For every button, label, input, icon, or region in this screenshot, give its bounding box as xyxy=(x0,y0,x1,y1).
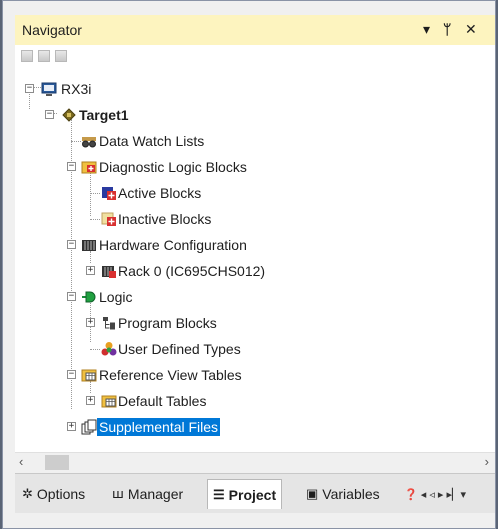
tree-row-logic[interactable]: − Logic xyxy=(15,286,495,308)
horizontal-scrollbar[interactable]: ‹ › xyxy=(15,452,495,473)
tree-item-label: Default Tables xyxy=(118,393,207,409)
user-types-icon xyxy=(101,342,117,356)
collapse-icon[interactable]: − xyxy=(67,162,76,171)
tab-variables[interactable]: ▣ Variables xyxy=(301,481,385,507)
tree-connector xyxy=(90,349,100,350)
gear-icon: ✲ xyxy=(22,486,33,501)
collapse-icon[interactable]: − xyxy=(25,84,34,93)
navigator-tab-bar: ✲ Options ꟺ Manager ☰ Project ▣ Variable… xyxy=(15,473,495,514)
close-icon[interactable]: ✕ xyxy=(465,21,477,37)
logic-icon xyxy=(82,291,96,303)
watch-glasses-icon xyxy=(82,137,96,148)
tree-item-label: Target1 xyxy=(79,107,129,123)
properties-icon[interactable] xyxy=(38,50,50,62)
tree-row-rack-0[interactable]: + Rack 0 (IC695CHS012) xyxy=(15,260,495,282)
tree-row-target1[interactable]: − Target1 xyxy=(15,104,495,126)
navigator-tree-area[interactable]: − RX3i − Target1 Data Watch Lists − Diag… xyxy=(15,45,495,452)
tree-row-active-blocks[interactable]: Active Blocks xyxy=(15,182,495,204)
tree-row-user-defined-types[interactable]: User Defined Types xyxy=(15,338,495,360)
tree-row-supplemental-files[interactable]: + Supplemental Files xyxy=(15,416,495,438)
rack-icon xyxy=(102,266,116,278)
tree-row-inactive-blocks[interactable]: Inactive Blocks xyxy=(15,208,495,230)
pin-icon[interactable]: ᛘ xyxy=(443,21,451,37)
tree-item-label: Program Blocks xyxy=(118,315,217,331)
supplemental-files-icon xyxy=(81,419,97,435)
program-blocks-icon xyxy=(103,317,115,330)
tree-connector xyxy=(71,141,81,142)
active-block-icon xyxy=(102,187,116,200)
expand-icon[interactable]: + xyxy=(86,266,95,275)
tab-overflow-controls[interactable]: ❓ ◂ ◃ ▸ ▸▏▾ xyxy=(399,481,471,507)
tree-connector xyxy=(90,219,100,220)
grid-view-icon[interactable] xyxy=(21,50,33,62)
tree-item-label: Hardware Configuration xyxy=(99,237,247,253)
tree-row-program-blocks[interactable]: + Program Blocks xyxy=(15,312,495,334)
inactive-block-icon xyxy=(101,212,116,226)
tree-item-label: User Defined Types xyxy=(118,341,241,357)
filter-icon[interactable] xyxy=(55,50,67,62)
default-table-icon xyxy=(101,395,117,408)
collapse-icon[interactable]: − xyxy=(67,240,76,249)
panel-footer xyxy=(15,513,495,528)
variables-icon: ▣ xyxy=(306,486,319,501)
tree-row-rx3i[interactable]: − RX3i xyxy=(15,78,495,100)
monitor-icon xyxy=(41,82,57,96)
tree-item-label-selected: Supplemental Files xyxy=(97,418,221,436)
target-icon xyxy=(62,108,76,122)
expand-icon[interactable]: + xyxy=(86,396,95,405)
expand-icon[interactable]: + xyxy=(86,318,95,327)
reference-table-icon xyxy=(81,369,97,382)
tab-options[interactable]: ✲ Options xyxy=(17,481,90,507)
tab-label: Project xyxy=(228,486,277,503)
tab-project[interactable]: ☰ Project xyxy=(207,479,283,509)
tree-row-data-watch-lists[interactable]: Data Watch Lists xyxy=(15,130,495,152)
tree-connector xyxy=(90,193,100,194)
scrollbar-thumb[interactable] xyxy=(45,455,69,470)
tab-label: Manager xyxy=(127,486,184,502)
tree-row-hardware-configuration[interactable]: − Hardware Configuration xyxy=(15,234,495,256)
collapse-icon[interactable]: − xyxy=(67,292,76,301)
navigator-panel: Navigator ▾ ᛘ ✕ − RX3i − Target1 Data Wa… xyxy=(2,0,496,529)
navigator-titlebar[interactable]: Navigator ▾ ᛘ ✕ xyxy=(15,15,495,46)
tab-label: Variables xyxy=(322,486,380,502)
tab-label: Options xyxy=(36,486,86,502)
scroll-left-icon[interactable]: ‹ xyxy=(19,454,23,469)
collapse-icon[interactable]: − xyxy=(67,370,76,379)
tree-row-diagnostic-logic-blocks[interactable]: − Diagnostic Logic Blocks xyxy=(15,156,495,178)
dropdown-icon[interactable]: ▾ xyxy=(423,21,430,37)
tree-item-label: Data Watch Lists xyxy=(99,133,205,149)
tree-item-label: Reference View Tables xyxy=(99,367,242,383)
diagnostic-block-icon xyxy=(81,161,97,174)
project-icon: ☰ xyxy=(213,486,225,502)
tree-item-label: Rack 0 (IC695CHS012) xyxy=(118,263,266,279)
tree-item-label: Active Blocks xyxy=(118,185,202,201)
tree-item-label: Diagnostic Logic Blocks xyxy=(99,159,247,175)
hardware-icon xyxy=(82,240,96,251)
tree-row-default-tables[interactable]: + Default Tables xyxy=(15,390,495,412)
expand-icon[interactable]: + xyxy=(67,422,76,431)
scroll-right-icon[interactable]: › xyxy=(485,454,489,469)
tree-row-reference-view-tables[interactable]: − Reference View Tables xyxy=(15,364,495,386)
tab-manager[interactable]: ꟺ Manager xyxy=(107,481,188,507)
navigator-title: Navigator xyxy=(22,22,82,38)
collapse-icon[interactable]: − xyxy=(45,110,54,119)
tree-item-label: Inactive Blocks xyxy=(118,211,212,227)
manager-icon: ꟺ xyxy=(112,486,124,501)
tree-item-label: Logic xyxy=(99,289,133,305)
tree-item-label: RX3i xyxy=(61,81,92,97)
